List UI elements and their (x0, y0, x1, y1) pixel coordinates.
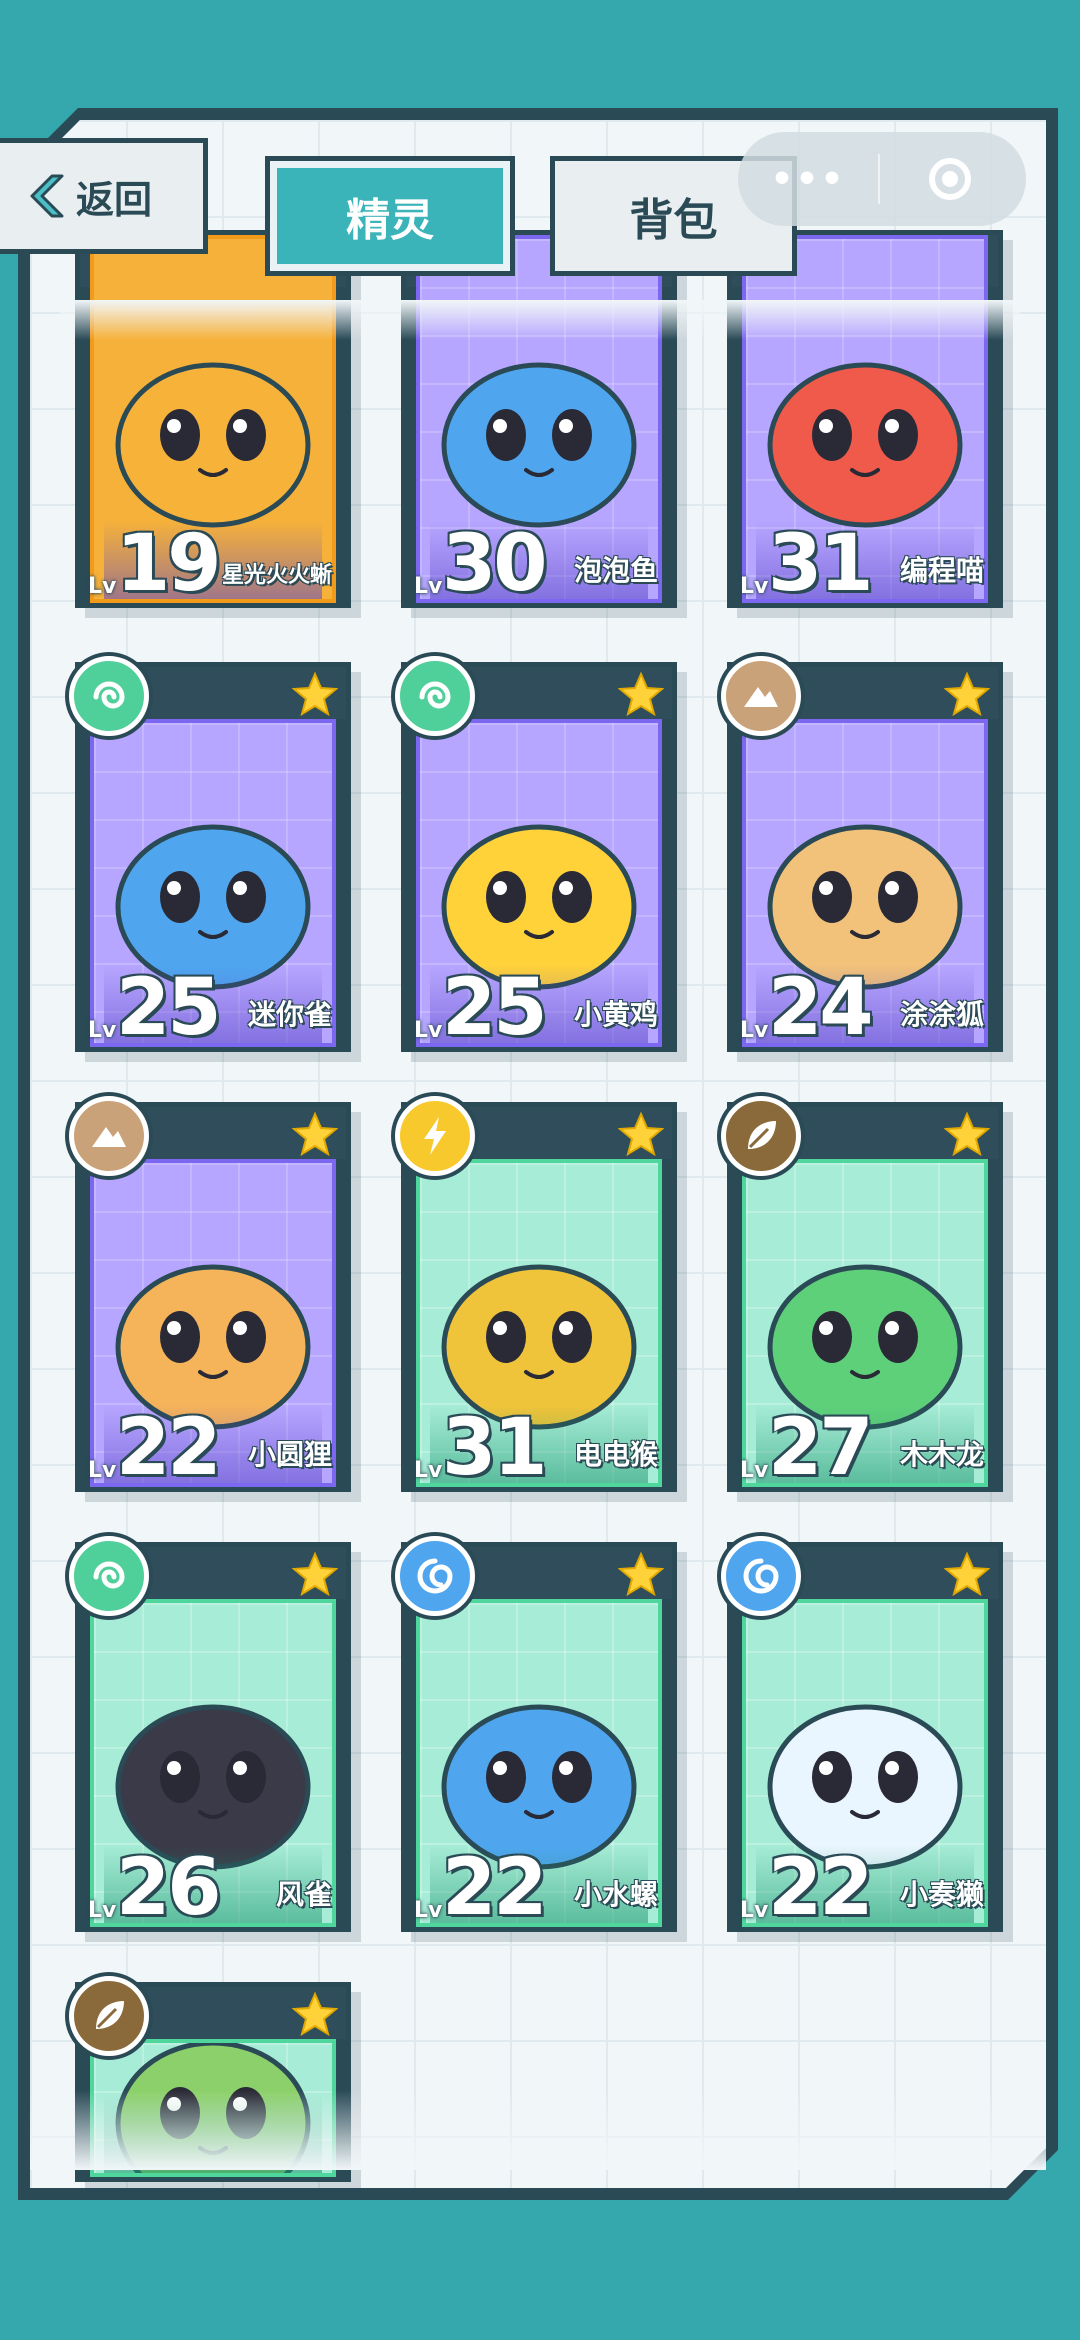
level-prefix: Lv (414, 1458, 443, 1483)
level-prefix: Lv (414, 574, 443, 599)
star-icon (291, 671, 339, 717)
wind-element-icon (69, 656, 149, 736)
water-element-icon (721, 1536, 801, 1616)
level-number: 22 (442, 1843, 548, 1932)
level-number: 26 (116, 1843, 222, 1932)
level-number: 22 (768, 1843, 874, 1932)
spirit-name: 电电猴 (573, 1438, 658, 1471)
close-target-icon (929, 158, 971, 200)
level-number: 30 (442, 519, 548, 608)
level-number: 19 (116, 519, 222, 608)
star-icon (617, 671, 665, 717)
level-prefix: Lv (88, 1458, 117, 1483)
spirit-name: 涂涂狐 (899, 998, 984, 1031)
spirit-name: 小圆狸 (247, 1438, 332, 1471)
star-icon (617, 1111, 665, 1157)
spirit-card-grid: Lv 19 星光火火蜥 Lv 30 泡泡鱼 Lv 31 编程喵 Lv 25 迷你雀 Lv 25 小黄鸡 Lv 2… (0, 0, 1080, 2340)
earth-element-icon (69, 1096, 149, 1176)
back-button-label: 返回 (76, 177, 153, 222)
level-number: 24 (768, 963, 874, 1052)
back-button[interactable]: 返回 (0, 138, 208, 254)
level-prefix: Lv (88, 1018, 117, 1043)
star-icon (291, 1111, 339, 1157)
scroll-top-fade (60, 300, 1020, 340)
level-prefix: Lv (414, 1898, 443, 1923)
level-prefix: Lv (740, 574, 769, 599)
level-prefix: Lv (88, 574, 117, 599)
earth-element-icon (721, 656, 801, 736)
tab-spirits[interactable]: 精灵 (265, 156, 515, 276)
spirit-name: 风雀 (275, 1878, 332, 1911)
level-number: 31 (442, 1403, 548, 1492)
miniprogram-capsule: ••• (738, 132, 1026, 226)
chevron-left-icon (30, 174, 64, 218)
level-prefix: Lv (740, 1018, 769, 1043)
level-number: 25 (442, 963, 548, 1052)
level-number: 22 (116, 1403, 222, 1492)
star-icon (943, 671, 991, 717)
spirit-creature (434, 330, 644, 544)
spirit-card[interactable]: Lv 31 编程喵 (727, 230, 1003, 608)
star-icon (617, 1551, 665, 1597)
level-prefix: Lv (740, 1458, 769, 1483)
level-prefix: Lv (740, 1898, 769, 1923)
spirit-name: 小水螺 (573, 1878, 658, 1911)
star-icon (943, 1551, 991, 1597)
star-icon (291, 1551, 339, 1597)
water-element-icon (395, 1536, 475, 1616)
spirit-name: 星光火火蜥 (221, 563, 332, 588)
spirit-name: 编程喵 (899, 554, 984, 587)
spirit-card[interactable]: Lv 30 泡泡鱼 (401, 230, 677, 608)
level-number: 25 (116, 963, 222, 1052)
spirit-name: 小奏獭 (899, 1878, 984, 1911)
spirit-name: 小黄鸡 (573, 998, 658, 1031)
close-button[interactable] (880, 158, 1020, 200)
level-number: 31 (768, 519, 874, 608)
grass-element-icon (721, 1096, 801, 1176)
star-icon (943, 1111, 991, 1157)
wind-element-icon (395, 656, 475, 736)
spirit-creature (760, 330, 970, 544)
wind-element-icon (69, 1536, 149, 1616)
spirit-name: 迷你雀 (247, 998, 332, 1031)
spirit-name: 泡泡鱼 (573, 554, 658, 587)
spirit-name: 木木龙 (899, 1438, 984, 1471)
spirit-creature (108, 330, 318, 544)
level-prefix: Lv (414, 1018, 443, 1043)
thunder-element-icon (395, 1096, 475, 1176)
scroll-bottom-fade (30, 2090, 1046, 2170)
level-prefix: Lv (88, 1898, 117, 1923)
more-dots-icon[interactable]: ••• (738, 159, 878, 200)
level-number: 27 (768, 1403, 874, 1492)
spirit-card[interactable]: Lv 19 星光火火蜥 (75, 230, 351, 608)
grass-element-icon (69, 1976, 149, 2056)
star-icon (291, 1991, 339, 2037)
